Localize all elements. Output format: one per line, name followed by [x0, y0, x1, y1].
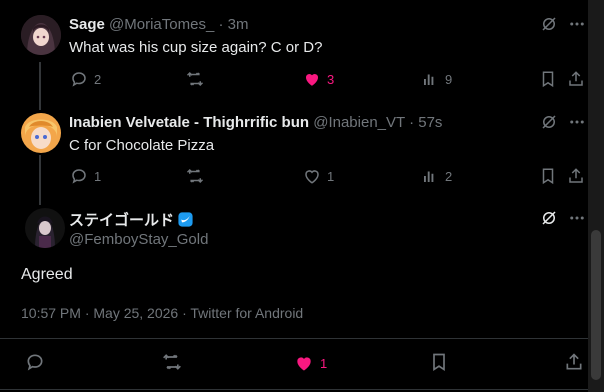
- user-handle[interactable]: @Inabien_VT: [313, 114, 405, 131]
- thread-line: [39, 62, 41, 110]
- reply-icon[interactable]: [25, 352, 45, 372]
- grok-icon[interactable]: [540, 209, 558, 227]
- heart-icon: [305, 170, 319, 184]
- views-chart-icon: [424, 171, 434, 182]
- heart-filled-icon: [305, 73, 319, 86]
- like-count: 1: [327, 168, 335, 184]
- display-name[interactable]: ステイゴールド: [69, 209, 174, 230]
- view-count: 9: [445, 71, 453, 87]
- share-icon[interactable]: [564, 352, 584, 372]
- views-button[interactable]: 9: [421, 70, 452, 88]
- retweet-button[interactable]: [186, 167, 204, 185]
- share-icon[interactable]: [567, 70, 585, 88]
- main-tweet-header: ステイゴールド: [69, 209, 194, 230]
- avatar[interactable]: [25, 208, 65, 248]
- view-count: 2: [445, 168, 453, 184]
- tweet-header: Sage @MoriaTomes_ · 3m: [69, 16, 248, 33]
- timestamp[interactable]: · 3m: [218, 16, 248, 33]
- reply-button[interactable]: 1: [70, 167, 101, 185]
- timestamp[interactable]: · 57s: [409, 114, 442, 131]
- avatar[interactable]: [21, 113, 61, 153]
- more-icon[interactable]: [568, 15, 586, 33]
- reply-count: 2: [94, 71, 102, 87]
- reply-icon: [72, 72, 86, 87]
- bookmark-icon[interactable]: [539, 167, 557, 185]
- more-icon[interactable]: [568, 209, 586, 227]
- reply-icon: [72, 169, 86, 184]
- tweet-meta[interactable]: 10:57 PM · May 25, 2026 · Twitter for An…: [21, 305, 303, 321]
- thread-line: [39, 155, 41, 205]
- bookmark-icon[interactable]: [539, 70, 557, 88]
- tweet-text: What was his cup size again? C or D?: [69, 39, 323, 56]
- heart-filled-icon: [297, 357, 311, 371]
- retweet-icon[interactable]: [162, 352, 182, 372]
- like-count: 3: [327, 71, 335, 87]
- display-name[interactable]: Sage: [69, 16, 105, 33]
- reply-button[interactable]: 2: [70, 70, 101, 88]
- like-button[interactable]: 1: [294, 353, 327, 373]
- divider: [0, 338, 588, 339]
- reply-count: 1: [94, 168, 102, 184]
- verified-badge-icon: [178, 212, 193, 227]
- display-name[interactable]: Inabien Velvetale - Thighrrific bun: [69, 114, 309, 131]
- share-icon[interactable]: [567, 167, 585, 185]
- views-chart-icon: [424, 74, 434, 85]
- divider: [0, 389, 588, 390]
- retweet-icon: [186, 168, 204, 184]
- retweet-icon: [186, 71, 204, 87]
- user-handle[interactable]: @FemboyStay_Gold: [69, 231, 208, 248]
- tweet-text: Agreed: [21, 266, 73, 283]
- tweet-text: C for Chocolate Pizza: [69, 137, 215, 154]
- grok-icon[interactable]: [540, 15, 558, 33]
- like-button[interactable]: 3: [303, 70, 334, 88]
- more-icon[interactable]: [568, 113, 586, 131]
- retweet-button[interactable]: [186, 70, 204, 88]
- grok-icon[interactable]: [540, 113, 558, 131]
- like-count: 1: [320, 355, 328, 371]
- views-button[interactable]: 2: [421, 167, 452, 185]
- scrollbar[interactable]: [588, 0, 604, 392]
- tweet-header: Inabien Velvetale - Thighrrific bun @Ina…: [69, 114, 442, 131]
- scrollbar-thumb[interactable]: [591, 230, 601, 380]
- user-handle[interactable]: @MoriaTomes_: [109, 16, 214, 33]
- avatar[interactable]: [21, 15, 61, 55]
- like-button[interactable]: 1: [303, 167, 334, 185]
- bookmark-icon[interactable]: [429, 352, 449, 372]
